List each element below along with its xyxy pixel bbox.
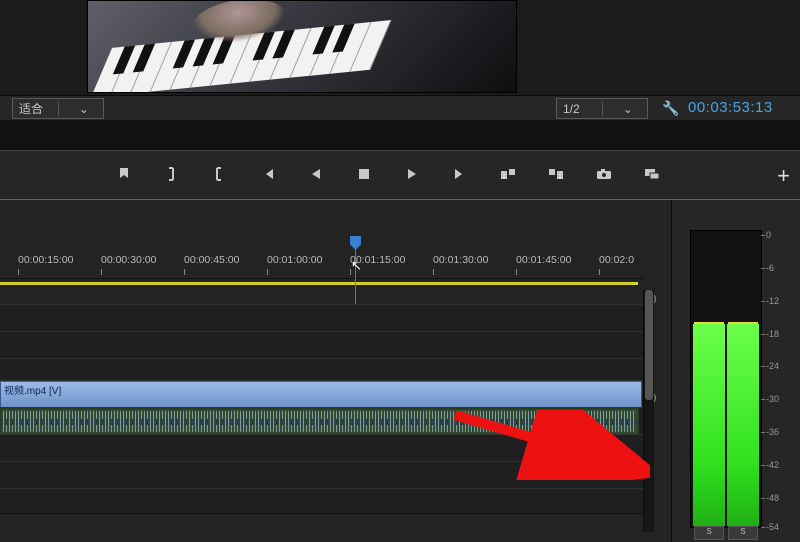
track-v1[interactable]: 视频.mp4 [V] xyxy=(0,380,644,408)
goto-out-icon[interactable] xyxy=(451,165,469,183)
chevron-down-icon: ⌄ xyxy=(602,102,648,116)
audio-meters-panel: 0 -6 -12 -18 -24 -30 -36 -42 -48 -54 S S xyxy=(671,200,800,542)
audio-meter[interactable] xyxy=(690,230,762,528)
add-button-plus-icon[interactable]: + xyxy=(777,163,790,189)
track-a3[interactable] xyxy=(0,461,644,489)
transport-bar: + xyxy=(0,150,800,201)
track-v2[interactable] xyxy=(0,331,644,359)
ruler-tick: 00:01:15:00 xyxy=(350,254,405,266)
marker-icon[interactable] xyxy=(115,165,133,183)
solo-left-button[interactable]: S xyxy=(694,526,724,540)
zoom-fit-label: 适合 xyxy=(13,100,58,117)
meter-bar-right xyxy=(727,324,759,526)
in-bracket-icon[interactable] xyxy=(163,165,181,183)
monitor-options-bar: 适合 ⌄ 1/2 ⌄ 🔧 00:03:53:13 xyxy=(0,95,800,122)
settings-wrench-icon[interactable]: 🔧 xyxy=(662,100,679,117)
track-a1[interactable] xyxy=(0,407,644,435)
timecode-display[interactable]: 00:03:53:13 xyxy=(688,99,773,116)
meter-bar-left xyxy=(693,324,725,526)
goto-in-icon[interactable] xyxy=(259,165,277,183)
overwrite-icon[interactable] xyxy=(643,165,661,183)
chevron-down-icon: ⌄ xyxy=(58,102,104,116)
video-clip-label: 视频.mp4 [V] xyxy=(4,386,61,397)
video-clip[interactable]: 视频.mp4 [V] xyxy=(0,381,642,408)
track-a2[interactable] xyxy=(0,434,644,462)
ruler-tick: 00:00:30:00 xyxy=(101,254,156,266)
track-a4[interactable] xyxy=(0,488,644,514)
ruler-tick: 00:01:00:00 xyxy=(267,254,322,266)
extract-icon[interactable] xyxy=(547,165,565,183)
scrollbar-thumb[interactable] xyxy=(645,290,653,400)
ruler-tick: 00:01:30:00 xyxy=(433,254,488,266)
audio-clip[interactable] xyxy=(0,408,639,435)
time-ruler[interactable]: 00:00:15:00 00:00:30:00 00:00:45:00 00:0… xyxy=(0,248,644,279)
solo-right-button[interactable]: S xyxy=(728,526,758,540)
lift-icon[interactable] xyxy=(499,165,517,183)
ruler-tick: 00:00:15:00 xyxy=(18,254,73,266)
step-fwd-icon[interactable] xyxy=(403,165,421,183)
out-bracket-icon[interactable] xyxy=(211,165,229,183)
resolution-dropdown[interactable]: 1/2 ⌄ xyxy=(556,98,648,119)
snapshot-camera-icon[interactable] xyxy=(595,165,613,183)
work-area-bar[interactable] xyxy=(0,282,638,285)
ruler-tick: 00:00:45:00 xyxy=(184,254,239,266)
ruler-tick: 00:01:45:00 xyxy=(516,254,571,266)
play-stop-icon[interactable] xyxy=(355,165,373,183)
step-back-icon[interactable] xyxy=(307,165,325,183)
timeline-vertical-scrollbar[interactable] xyxy=(643,290,654,532)
resolution-label: 1/2 xyxy=(557,102,602,116)
zoom-fit-dropdown[interactable]: 适合 ⌄ xyxy=(12,98,104,119)
program-monitor-thumbnail xyxy=(87,0,517,93)
track-v3[interactable] xyxy=(0,304,644,332)
ruler-tick: 00:02:0 xyxy=(599,254,634,266)
